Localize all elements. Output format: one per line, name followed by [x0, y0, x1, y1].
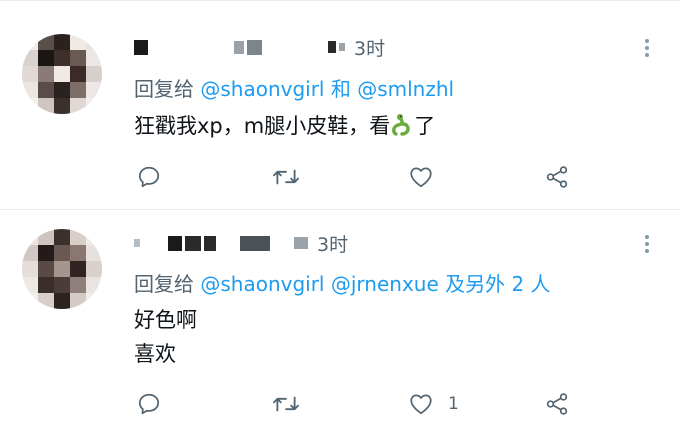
tweet-text-line: 喜欢 — [134, 342, 176, 366]
redacted-name — [234, 40, 244, 54]
retweet-button[interactable] — [272, 389, 300, 419]
mention-connector: 和 — [324, 77, 358, 101]
redacted-name — [134, 39, 148, 55]
tweet-text: 好色啊 喜欢 — [134, 303, 197, 371]
retweet-icon — [273, 169, 299, 185]
redacted-handle — [247, 39, 262, 55]
comment-icon — [138, 393, 160, 415]
retweet-icon — [273, 396, 299, 412]
comment-button[interactable] — [136, 389, 162, 419]
more-icon[interactable] — [644, 39, 650, 60]
reply-prefix: 回复给 — [134, 272, 194, 296]
retweet-button[interactable] — [272, 162, 300, 192]
like-count: 1 — [448, 394, 459, 414]
mention-link[interactable]: @smlnzhl — [357, 77, 454, 101]
tweet-actions: 1 — [134, 389, 574, 419]
mention-link[interactable]: @jrnenxue — [331, 272, 439, 296]
avatar[interactable] — [22, 34, 102, 114]
snake-emoji-icon — [390, 113, 414, 147]
redacted-handle — [240, 235, 270, 251]
redacted-name — [168, 235, 182, 251]
tweet-text-line: 好色啊 — [134, 308, 197, 332]
tweet-actions — [134, 162, 574, 192]
tweet-header: 3时 — [134, 34, 385, 61]
avatar[interactable] — [22, 229, 102, 309]
reply-context: 回复给 @shaonvgirl @jrnenxue 及另外 2 人 — [134, 268, 551, 297]
tweet-header: 3时 — [134, 230, 348, 257]
like-icon — [410, 167, 432, 188]
tweet-text: 狂戳我xp，m腿小皮鞋，看了 — [134, 109, 435, 147]
tweet-reply-1[interactable]: 3时 回复给 @shaonvgirl 和 @smlnzhl 狂戳我xp，m腿小皮… — [0, 0, 680, 210]
tweet-text-part: 了 — [414, 114, 436, 138]
share-icon — [546, 393, 568, 415]
timestamp[interactable]: 3时 — [317, 230, 348, 257]
tweet-text-part: 狂戳我xp，m腿小皮鞋，看 — [134, 114, 391, 138]
like-icon — [410, 394, 432, 415]
redacted-name — [204, 235, 216, 251]
reply-feed: 3时 回复给 @shaonvgirl 和 @smlnzhl 狂戳我xp，m腿小皮… — [0, 0, 680, 436]
like-button[interactable] — [408, 162, 448, 192]
timestamp[interactable]: 3时 — [354, 34, 385, 61]
reply-prefix: 回复给 — [134, 77, 194, 101]
share-button[interactable] — [544, 162, 570, 192]
like-button[interactable]: 1 — [408, 389, 459, 419]
mention-link[interactable]: @shaonvgirl — [200, 272, 324, 296]
mention-link[interactable]: @shaonvgirl — [200, 77, 324, 101]
reply-context: 回复给 @shaonvgirl 和 @smlnzhl — [134, 73, 454, 102]
share-icon — [546, 166, 568, 188]
tweet-reply-2[interactable]: 3时 回复给 @shaonvgirl @jrnenxue 及另外 2 人 好色啊… — [0, 209, 680, 436]
redacted-handle — [328, 41, 336, 53]
comment-button[interactable] — [136, 162, 162, 192]
others-link[interactable]: 及另外 2 人 — [439, 272, 550, 296]
more-icon[interactable] — [644, 235, 650, 256]
comment-icon — [138, 166, 160, 188]
redacted-name — [185, 235, 201, 251]
share-button[interactable] — [544, 389, 570, 419]
